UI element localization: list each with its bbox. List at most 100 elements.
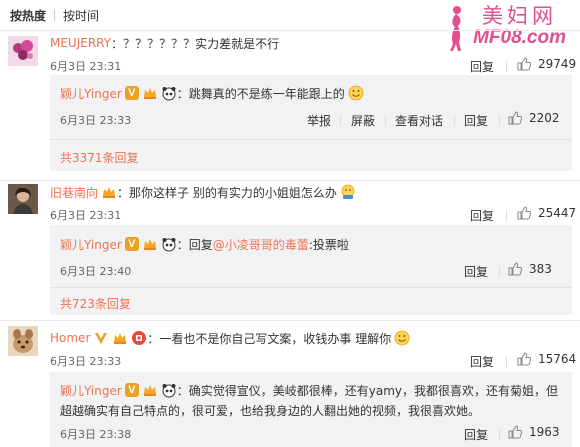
like-count: 29749 — [538, 57, 577, 71]
reply-timestamp: 6月3日 23:38 — [60, 428, 132, 441]
comment-text: ：？？？？？？实力差就是不行 — [111, 36, 280, 51]
divider — [0, 180, 580, 181]
divider — [50, 139, 572, 140]
reply-text: ：确实觉得宣仪，美岐都很棒，还有yamy，我都很喜欢，还有菊姐，但 — [176, 383, 559, 398]
divider — [0, 320, 580, 321]
level-badge-icon — [132, 331, 147, 345]
action-divider — [506, 210, 507, 221]
comment-item: Homer ：一看也不是你自己写文案，收钱办事 理解你 6月3日 23:33 回… — [0, 320, 580, 447]
v-badge-icon: V — [124, 86, 139, 100]
more-replies-link[interactable]: 共3371条回复 — [60, 149, 139, 166]
block-button[interactable]: 屏蔽 — [351, 112, 375, 129]
reply-button[interactable]: 回复 — [464, 426, 488, 443]
v-badge-icon: V — [124, 383, 139, 397]
comment-timestamp: 6月3日 23:31 — [50, 209, 122, 222]
report-button[interactable]: 举报 — [307, 112, 331, 129]
reply-text: ：回复 — [176, 237, 213, 252]
comment-item: MEUJERRY ：？？？？？？实力差就是不行 6月3日 23:31 回复 29… — [0, 30, 580, 180]
reply-timestamp: 6月3日 23:40 — [60, 265, 132, 278]
comment-username[interactable]: Homer — [50, 331, 90, 345]
mention-link[interactable]: @小凌哥哥的毒蕾 — [213, 236, 309, 253]
like-button[interactable]: 1963 — [508, 425, 560, 439]
action-divider — [499, 429, 500, 440]
like-count: 15764 — [538, 352, 577, 366]
like-button[interactable]: 383 — [508, 262, 552, 276]
like-count: 2202 — [529, 111, 560, 125]
like-count: 25447 — [538, 206, 577, 220]
smile-emoji-icon — [394, 330, 410, 346]
thumbs-up-icon — [517, 206, 531, 220]
v-badge-icon: V — [124, 237, 139, 251]
crown-icon — [143, 88, 156, 99]
reply-username[interactable]: 颖儿Yinger — [60, 382, 122, 399]
reply-box: 颖儿Yinger V ：跳舞真的不是练一年能跟上的 6月3日 23:33 举报 … — [50, 75, 572, 171]
smile-emoji-icon — [348, 85, 364, 101]
avatar[interactable] — [8, 36, 38, 66]
action-divider — [506, 356, 507, 367]
reply-username[interactable]: 颖儿Yinger — [60, 236, 122, 253]
divider — [0, 30, 580, 31]
thumbs-up-icon — [508, 262, 522, 276]
avatar[interactable] — [8, 326, 38, 356]
panda-icon — [162, 87, 176, 101]
like-count: 383 — [529, 262, 552, 276]
avatar-image-icon — [8, 184, 38, 214]
reply-box: 颖儿Yinger V ：确实觉得宣仪，美岐都很棒，还有yamy，我都很喜欢，还有… — [50, 372, 572, 447]
divider — [50, 287, 572, 288]
action-divider — [385, 115, 386, 126]
reply-text-line: 颖儿Yinger V ：回复 @小凌哥哥的毒蕾 :投票啦 — [60, 235, 349, 253]
action-divider — [499, 115, 500, 126]
reply-text: :投票啦 — [308, 237, 349, 252]
comment-text-line: Homer ：一看也不是你自己写文案，收钱办事 理解你 — [50, 329, 410, 347]
reply-text-line: 颖儿Yinger V ：确实觉得宣仪，美岐都很棒，还有yamy，我都很喜欢，还有… — [60, 381, 558, 399]
avatar-image-icon — [8, 326, 38, 356]
reply-button[interactable]: 回复 — [470, 207, 494, 224]
sort-divider — [54, 9, 56, 21]
reply-button[interactable]: 回复 — [464, 112, 488, 129]
panda-icon — [162, 238, 176, 252]
thumbs-up-icon — [508, 425, 522, 439]
comment-text-line: 旧巷南向 ：那你这样子 别的有实力的小姐姐怎么办 — [50, 184, 356, 200]
like-count: 1963 — [529, 425, 560, 439]
comment-timestamp: 6月3日 23:33 — [50, 355, 122, 368]
reply-button[interactable]: 回复 — [464, 263, 488, 280]
comment-text: ：那你这样子 别的有实力的小姐姐怎么办 — [117, 185, 337, 200]
watermark-cn-text: 美妇网 — [482, 4, 558, 28]
comment-item: 旧巷南向 ：那你这样子 别的有实力的小姐姐怎么办 6月3日 23:31 回复 2… — [0, 180, 580, 320]
sort-by-hot-tab[interactable]: 按热度 — [10, 7, 46, 24]
like-button[interactable]: 2202 — [508, 111, 560, 125]
avatar[interactable] — [8, 184, 38, 214]
reply-button[interactable]: 回复 — [470, 353, 494, 370]
panda-icon — [162, 384, 176, 398]
comment-text: ：一看也不是你自己写文案，收钱办事 理解你 — [147, 331, 392, 346]
avatar-image-icon — [8, 36, 38, 66]
action-divider — [506, 61, 507, 72]
reply-text-line: 颖儿Yinger V ：跳舞真的不是练一年能跟上的 — [60, 84, 364, 102]
reply-text: ：跳舞真的不是练一年能跟上的 — [176, 86, 345, 101]
comment-text-line: MEUJERRY ：？？？？？？实力差就是不行 — [50, 35, 279, 51]
like-button[interactable]: 25447 — [517, 206, 576, 220]
crown-icon — [114, 333, 127, 344]
reply-username[interactable]: 颖儿Yinger — [60, 85, 122, 102]
reply-box: 颖儿Yinger V ：回复 @小凌哥哥的毒蕾 :投票啦 6月3日 23:40 … — [50, 225, 572, 315]
like-button[interactable]: 15764 — [517, 352, 576, 366]
view-dialog-button[interactable]: 查看对话 — [395, 112, 443, 129]
comment-timestamp: 6月3日 23:31 — [50, 60, 122, 73]
like-button[interactable]: 29749 — [517, 57, 576, 71]
crown-icon — [103, 187, 116, 198]
v-badge-icon — [95, 333, 108, 344]
smile-emoji-icon — [341, 184, 355, 199]
action-divider — [340, 115, 341, 126]
more-replies-link[interactable]: 共723条回复 — [60, 295, 131, 312]
comment-username[interactable]: 旧巷南向 — [50, 184, 98, 201]
reply-button[interactable]: 回复 — [470, 58, 494, 75]
comment-username[interactable]: MEUJERRY — [50, 36, 111, 50]
thumbs-up-icon — [517, 352, 531, 366]
reply-text: 超越确实有自己特点的，很可爱，也给我身边的人翻出她的视频，我很喜欢她。 — [60, 404, 481, 418]
thumbs-up-icon — [517, 57, 531, 71]
crown-icon — [143, 239, 156, 250]
crown-icon — [143, 385, 156, 396]
sort-by-time-tab[interactable]: 按时间 — [63, 7, 99, 24]
action-divider — [454, 115, 455, 126]
action-divider — [499, 266, 500, 277]
